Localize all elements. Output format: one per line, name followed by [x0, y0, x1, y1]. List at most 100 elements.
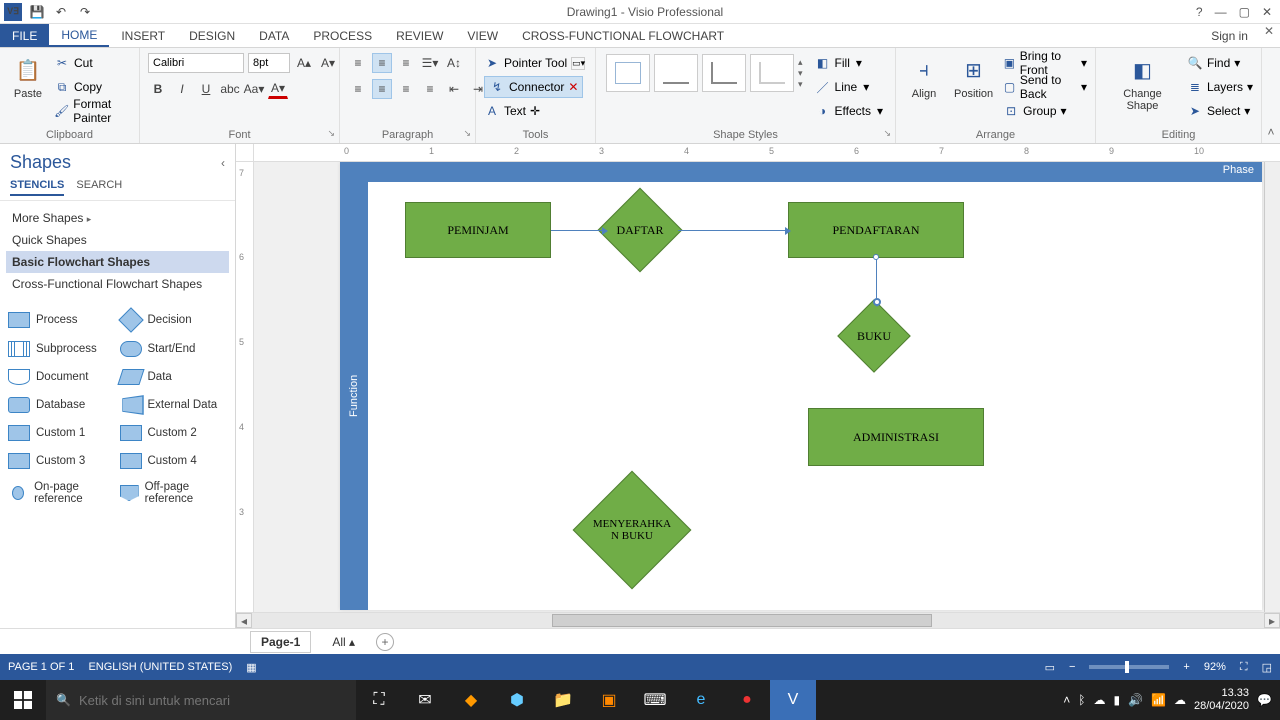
shape-item-offpage[interactable]: Off-page reference [120, 477, 228, 509]
effects-button[interactable]: ◑Effects▾ [815, 100, 884, 122]
taskbar-record-icon[interactable]: ● [724, 680, 770, 720]
strikethrough-button[interactable]: abc [220, 79, 240, 99]
line-button[interactable]: ／Line▾ [815, 76, 884, 98]
zoom-level[interactable]: 92% [1204, 661, 1226, 673]
connection-point-icon[interactable]: ✛ [530, 104, 540, 118]
tray-weather-icon[interactable]: ☁ [1174, 693, 1186, 707]
stencil-quick-shapes[interactable]: Quick Shapes [6, 229, 229, 251]
shape-item-db[interactable]: Database [8, 393, 116, 417]
tray-clock[interactable]: 13.33 28/04/2020 [1194, 687, 1249, 713]
shape-styles-launcher-icon[interactable]: ↘ [883, 128, 891, 139]
decrease-font-icon[interactable]: A▾ [318, 53, 338, 73]
help-icon[interactable]: ? [1196, 5, 1203, 19]
scroll-left-button[interactable]: ◂ [236, 613, 252, 628]
bullets-button[interactable]: ☰▾ [420, 53, 440, 73]
tab-design[interactable]: DESIGN [177, 24, 247, 47]
align-bottom-button[interactable]: ≡ [396, 53, 416, 73]
shape-item-c3[interactable]: Custom 3 [8, 449, 116, 473]
align-middle-button[interactable]: ≡ [372, 53, 392, 73]
shape-item-c2[interactable]: Custom 2 [120, 421, 228, 445]
font-color-button[interactable]: A▾ [268, 79, 288, 99]
close-tab-icon[interactable]: ✕ [1258, 24, 1280, 47]
text-tool-button[interactable]: AText✛ [484, 100, 540, 122]
taskbar-edge-icon[interactable]: e [678, 680, 724, 720]
shape-administrasi[interactable]: ADMINISTRASI [808, 408, 984, 466]
underline-button[interactable]: U [196, 79, 216, 99]
cut-button[interactable]: ✂Cut [54, 52, 131, 74]
tab-file[interactable]: FILE [0, 24, 49, 47]
align-left-button[interactable]: ≡ [348, 79, 368, 99]
tab-insert[interactable]: INSERT [109, 24, 177, 47]
status-language[interactable]: ENGLISH (UNITED STATES) [88, 661, 232, 673]
fill-button[interactable]: ◧Fill▾ [815, 52, 884, 74]
taskbar-app1-icon[interactable]: ◆ [448, 680, 494, 720]
find-button[interactable]: 🔍Find▾ [1187, 52, 1253, 74]
horizontal-scrollbar[interactable] [252, 613, 1264, 628]
bring-to-front-button[interactable]: ▣Bring to Front▾ [1003, 52, 1087, 74]
copy-button[interactable]: ⧉Copy [54, 76, 131, 98]
zoom-slider[interactable] [1089, 665, 1169, 669]
add-page-button[interactable]: + [376, 633, 394, 651]
maximize-icon[interactable]: ▢ [1239, 5, 1250, 19]
tray-volume-icon[interactable]: 🔊 [1128, 693, 1143, 707]
align-top-button[interactable]: ≡ [348, 53, 368, 73]
taskbar-visio-icon[interactable]: V [770, 680, 816, 720]
taskbar-search[interactable]: 🔍 [46, 680, 356, 720]
style-gallery-down-icon[interactable]: ▾ [798, 68, 803, 79]
tray-onedrive-icon[interactable]: ☁ [1093, 693, 1105, 707]
connector-3[interactable] [876, 258, 877, 302]
bold-button[interactable]: B [148, 79, 168, 99]
send-to-back-button[interactable]: ▢Send to Back▾ [1003, 76, 1087, 98]
tray-wifi-icon[interactable]: 📶 [1151, 693, 1166, 707]
style-swatch-1[interactable] [606, 54, 650, 92]
text-direction-button[interactable]: A↕ [444, 53, 464, 73]
tray-bluetooth-icon[interactable]: ᛒ [1078, 693, 1085, 707]
swimlane-phase-header[interactable]: Phase [340, 162, 1262, 182]
position-button[interactable]: ⊞Position [950, 52, 997, 102]
shape-item-c4[interactable]: Custom 4 [120, 449, 228, 473]
italic-button[interactable]: I [172, 79, 192, 99]
style-gallery-more-icon[interactable]: ▾ [798, 79, 803, 90]
shape-pendaftaran[interactable]: PENDAFTARAN [788, 202, 964, 258]
close-icon[interactable]: ✕ [1262, 5, 1272, 19]
shape-menyerahkan[interactable]: MENYERAHKA N BUKU [590, 488, 674, 572]
shape-item-data[interactable]: Data [120, 365, 228, 389]
align-center-button[interactable]: ≡ [372, 79, 392, 99]
align-right-button[interactable]: ≡ [396, 79, 416, 99]
page-tab-1[interactable]: Page-1 [250, 631, 311, 653]
minimize-icon[interactable]: — [1215, 5, 1227, 19]
stencil-basic-flowchart[interactable]: Basic Flowchart Shapes [6, 251, 229, 273]
style-swatch-4[interactable] [750, 54, 794, 92]
shape-item-onpage[interactable]: On-page reference [8, 477, 116, 509]
connector-1[interactable] [551, 230, 603, 231]
taskbar-search-input[interactable] [79, 693, 346, 708]
font-launcher-icon[interactable]: ↘ [327, 128, 335, 139]
stencils-subtab[interactable]: STENCILS [10, 179, 64, 196]
tab-home[interactable]: HOME [49, 24, 109, 47]
pan-zoom-icon[interactable]: ◲ [1262, 661, 1272, 674]
rectangle-tool-button[interactable]: ▭▾ [571, 57, 585, 70]
paragraph-launcher-icon[interactable]: ↘ [463, 128, 471, 139]
connector-tool-button[interactable]: ↯Connector✕ [484, 76, 583, 98]
paste-button[interactable]: 📋 Paste [8, 52, 48, 102]
tab-process[interactable]: PROCESS [301, 24, 384, 47]
shapes-panel-collapse-icon[interactable]: ‹ [221, 156, 225, 170]
layers-button[interactable]: ≣Layers▾ [1187, 76, 1253, 98]
status-macro-icon[interactable]: ▦ [246, 661, 256, 674]
decrease-indent-button[interactable]: ⇤ [444, 79, 464, 99]
shape-item-c1[interactable]: Custom 1 [8, 421, 116, 445]
shape-item-document[interactable]: Document [8, 365, 116, 389]
redo-icon[interactable]: ↷ [76, 3, 94, 21]
save-icon[interactable]: 💾 [28, 3, 46, 21]
group-button[interactable]: ⊡Group▾ [1003, 100, 1087, 122]
font-size-combo[interactable]: 8pt [248, 53, 290, 73]
shape-item-ext[interactable]: External Data [120, 393, 228, 417]
tab-data[interactable]: DATA [247, 24, 301, 47]
swimlane-function-label[interactable]: Function [340, 182, 368, 610]
tab-review[interactable]: REVIEW [384, 24, 455, 47]
task-view-icon[interactable]: ⛶ [356, 680, 402, 720]
fit-page-icon[interactable]: ⛶ [1240, 661, 1248, 674]
vertical-scrollbar[interactable] [1264, 162, 1280, 612]
format-painter-button[interactable]: 🖌Format Painter [54, 100, 131, 122]
shape-item-subproc[interactable]: Subprocess [8, 337, 116, 361]
